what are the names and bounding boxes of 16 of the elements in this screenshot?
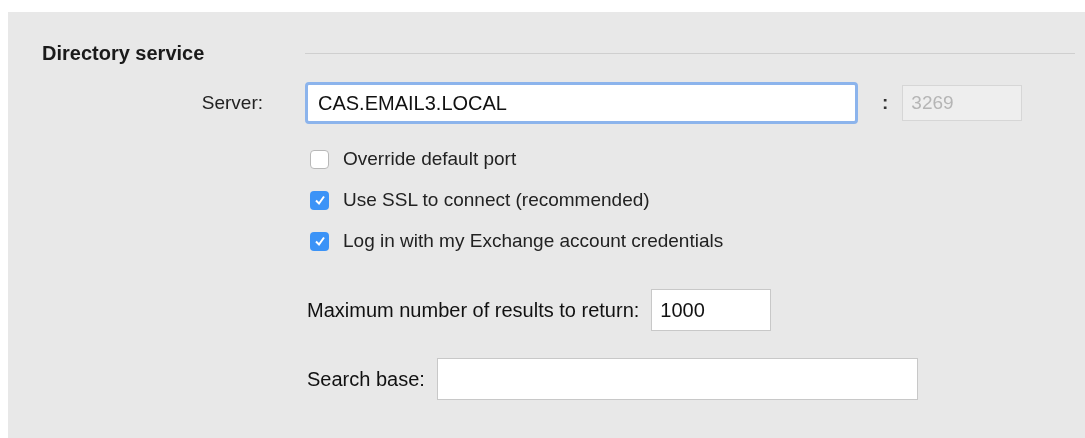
checkmark-icon [313,235,326,247]
server-label: Server: [200,90,263,115]
checkbox-label: Use SSL to connect (recommended) [343,187,650,212]
checkbox[interactable] [310,190,329,210]
search-base-label: Search base: [307,367,425,392]
port-separator: : [882,90,889,115]
max-results-field[interactable]: 1000 [651,289,772,331]
search-base-field[interactable] [436,358,918,400]
checkbox-label: Log in with my Exchange account credentials [343,228,724,253]
checkbox[interactable] [310,231,329,251]
section-title: Directory service [42,41,206,66]
checkbox[interactable] [310,149,329,169]
max-results-label: Maximum number of results to return: [307,298,640,323]
checkbox-label: Override default port [343,146,517,171]
checkmark-icon [313,194,326,206]
server-field[interactable]: CAS.EMAIL3.LOCAL [305,82,858,124]
